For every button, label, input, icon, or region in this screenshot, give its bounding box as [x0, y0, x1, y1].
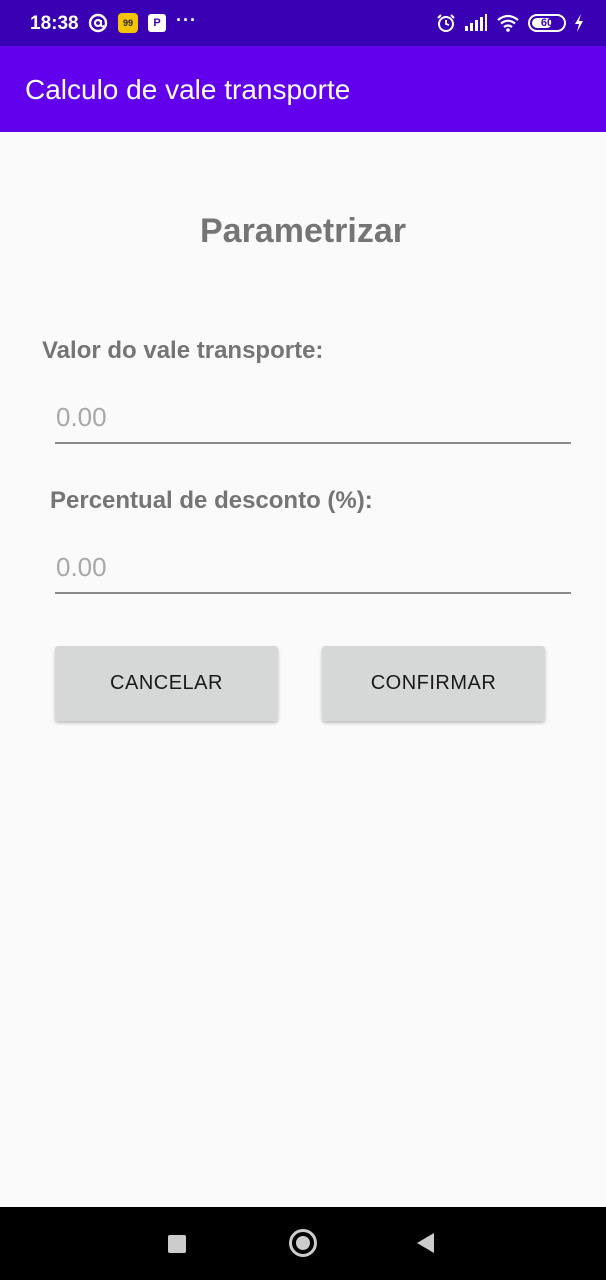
page-title: Parametrizar: [199, 212, 406, 250]
battery-level: 60: [540, 17, 554, 29]
wifi-icon: [497, 14, 519, 32]
system-icons: 60: [436, 13, 584, 33]
cancel-button[interactable]: CANCELAR: [55, 646, 278, 721]
recents-icon[interactable]: [168, 1235, 186, 1253]
vale-transporte-input[interactable]: [55, 392, 571, 444]
at-icon: [88, 13, 108, 33]
app-bar: Calculo de vale transporte: [0, 46, 606, 132]
percentual-desconto-input[interactable]: [55, 542, 571, 594]
back-icon[interactable]: [417, 1233, 434, 1253]
notification-icons: 99 P ···: [88, 9, 197, 33]
percentual-desconto-label: Percentual de desconto (%):: [50, 487, 373, 514]
status-time: 18:38: [30, 13, 79, 34]
charging-icon: [575, 14, 583, 32]
status-bar: 18:38 99 P ··· 60: [0, 0, 606, 46]
signal-icon: [465, 14, 487, 31]
battery-icon: 60: [528, 14, 566, 32]
parking-icon: P: [148, 14, 166, 32]
more-icon: ···: [176, 9, 197, 30]
home-icon[interactable]: [289, 1229, 317, 1257]
confirm-button[interactable]: CONFIRMAR: [322, 646, 545, 721]
navigation-bar: [0, 1207, 606, 1280]
alarm-icon: [437, 14, 455, 32]
food-app-icon: 99: [118, 13, 138, 33]
app-title: Calculo de vale transporte: [25, 74, 351, 105]
vale-transporte-label: Valor do vale transporte:: [42, 337, 324, 364]
